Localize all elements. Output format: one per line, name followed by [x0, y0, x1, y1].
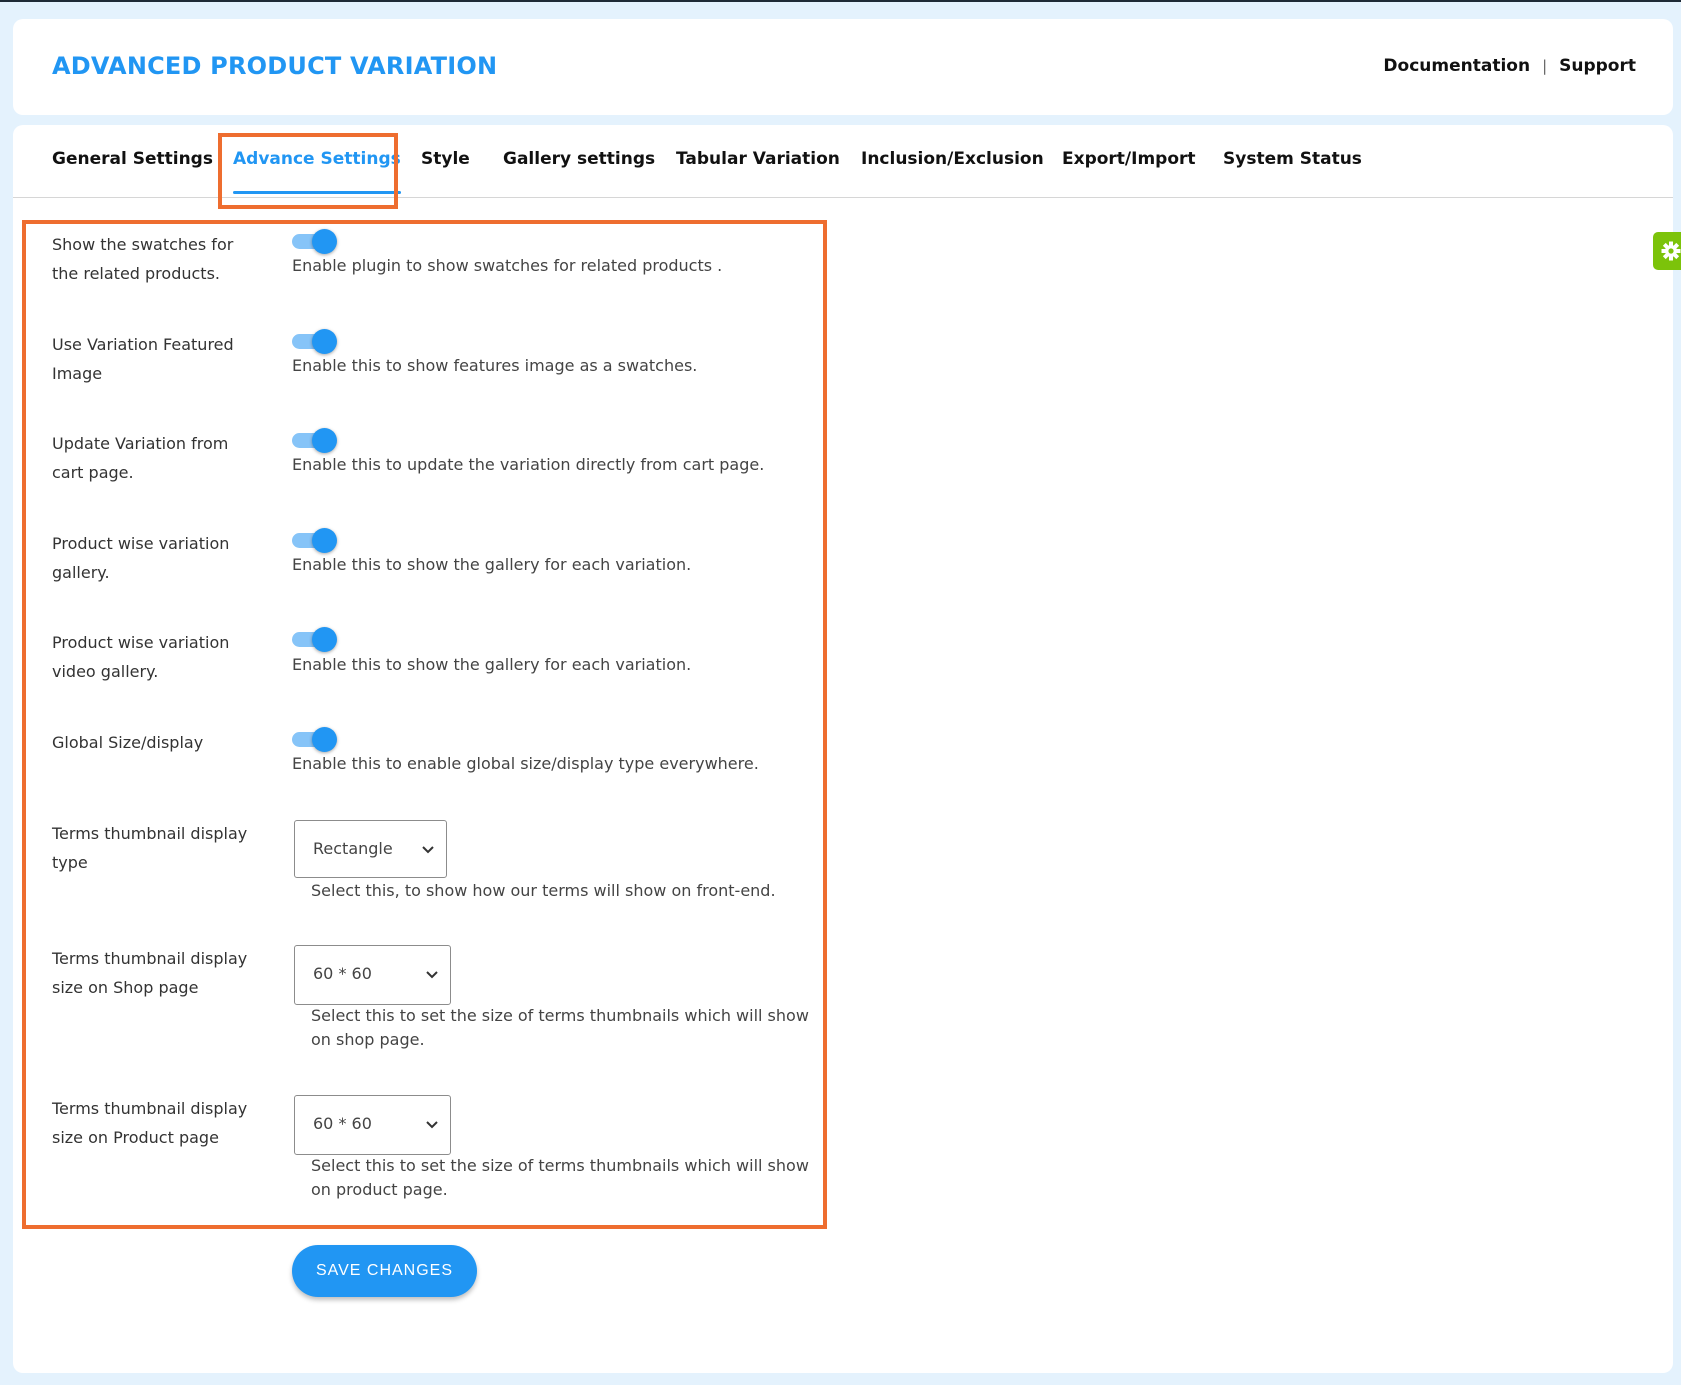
setting-label: Global Size/display: [52, 728, 252, 757]
setting-description: Enable this to update the variation dire…: [292, 455, 765, 474]
featured-image-toggle[interactable]: [292, 329, 337, 354]
chevron-down-icon: [426, 1121, 438, 1129]
shop-size-select[interactable]: 60 * 60: [294, 945, 451, 1005]
thumbnail-type-select[interactable]: Rectangle: [294, 820, 447, 878]
app-title: ADVANCED PRODUCT VARIATION: [52, 52, 498, 80]
tab-general-settings[interactable]: General Settings: [52, 149, 213, 193]
toggle-knob: [312, 528, 337, 553]
settings-side-tab[interactable]: [1653, 232, 1681, 270]
label-line: size on Shop page: [52, 978, 199, 997]
label-line: the related products.: [52, 264, 220, 283]
tab-inclusion-exclusion[interactable]: Inclusion/Exclusion: [861, 149, 1044, 193]
setting-description: Select this to set the size of terms thu…: [311, 1156, 809, 1199]
toggle-knob: [312, 229, 337, 254]
selected-value: 60 * 60: [313, 964, 372, 983]
setting-label: Product wise variation gallery.: [52, 529, 252, 587]
header-card: ADVANCED PRODUCT VARIATION Documentation…: [13, 19, 1673, 115]
tab-style[interactable]: Style: [421, 149, 470, 193]
label-line: Update Variation from: [52, 434, 229, 453]
cart-update-toggle[interactable]: [292, 428, 337, 453]
setting-label: Terms thumbnail display size on Product …: [52, 1094, 252, 1152]
tab-tabular-variation[interactable]: Tabular Variation: [676, 149, 840, 193]
setting-label: Show the swatches for the related produc…: [52, 230, 252, 288]
tab-export-import[interactable]: Export/Import: [1062, 149, 1196, 193]
label-line: Product wise variation: [52, 534, 230, 553]
tab-gallery-settings[interactable]: Gallery settings: [503, 149, 655, 193]
label-line: Use Variation Featured: [52, 335, 234, 354]
variation-gallery-toggle[interactable]: [292, 528, 337, 553]
setting-label: Product wise variation video gallery.: [52, 628, 252, 686]
selected-value: 60 * 60: [313, 1114, 372, 1133]
related-swatches-toggle[interactable]: [292, 229, 337, 254]
setting-description: Select this to set the size of terms thu…: [311, 1006, 809, 1049]
label-line: cart page.: [52, 463, 134, 482]
toggle-knob: [312, 627, 337, 652]
support-link[interactable]: Support: [1559, 56, 1636, 76]
top-border: [0, 0, 1681, 2]
setting-description: Enable this to show the gallery for each…: [292, 555, 692, 574]
label-line: gallery.: [52, 563, 110, 582]
link-separator: |: [1542, 57, 1548, 75]
tab-system-status[interactable]: System Status: [1223, 149, 1362, 193]
setting-description: Enable this to show the gallery for each…: [292, 655, 692, 674]
chevron-down-icon: [422, 846, 434, 854]
label-line: Global Size/display: [52, 733, 204, 752]
label-line: Show the swatches for: [52, 235, 234, 254]
settings-card: General Settings Advance Settings Style …: [13, 125, 1673, 1373]
save-changes-button[interactable]: SAVE CHANGES: [292, 1245, 477, 1297]
setting-description: Select this, to show how our terms will …: [311, 881, 776, 900]
header-links: Documentation | Support: [1383, 56, 1636, 76]
setting-description: Enable this to show features image as a …: [292, 356, 698, 375]
setting-description: Enable this to enable global size/displa…: [292, 754, 759, 773]
gear-icon: [1661, 241, 1681, 261]
chevron-down-icon: [426, 971, 438, 979]
setting-label: Terms thumbnail display type: [52, 819, 252, 877]
label-line: Terms thumbnail display: [52, 824, 248, 843]
label-line: type: [52, 853, 88, 872]
toggle-knob: [312, 428, 337, 453]
label-line: Terms thumbnail display: [52, 949, 248, 968]
setting-label: Update Variation from cart page.: [52, 429, 252, 487]
label-line: Product wise variation: [52, 633, 230, 652]
setting-label: Terms thumbnail display size on Shop pag…: [52, 944, 252, 1002]
label-line: size on Product page: [52, 1128, 219, 1147]
global-size-toggle[interactable]: [292, 727, 337, 752]
product-size-select[interactable]: 60 * 60: [294, 1095, 451, 1155]
label-line: Image: [52, 364, 103, 383]
toggle-knob: [312, 727, 337, 752]
label-line: video gallery.: [52, 662, 159, 681]
setting-description: Enable plugin to show swatches for relat…: [292, 256, 723, 275]
selected-value: Rectangle: [313, 839, 393, 858]
label-line: Terms thumbnail display: [52, 1099, 248, 1118]
video-gallery-toggle[interactable]: [292, 627, 337, 652]
documentation-link[interactable]: Documentation: [1383, 56, 1530, 76]
setting-label: Use Variation Featured Image: [52, 330, 252, 388]
toggle-knob: [312, 329, 337, 354]
active-tab-highlight-box: [218, 133, 398, 209]
